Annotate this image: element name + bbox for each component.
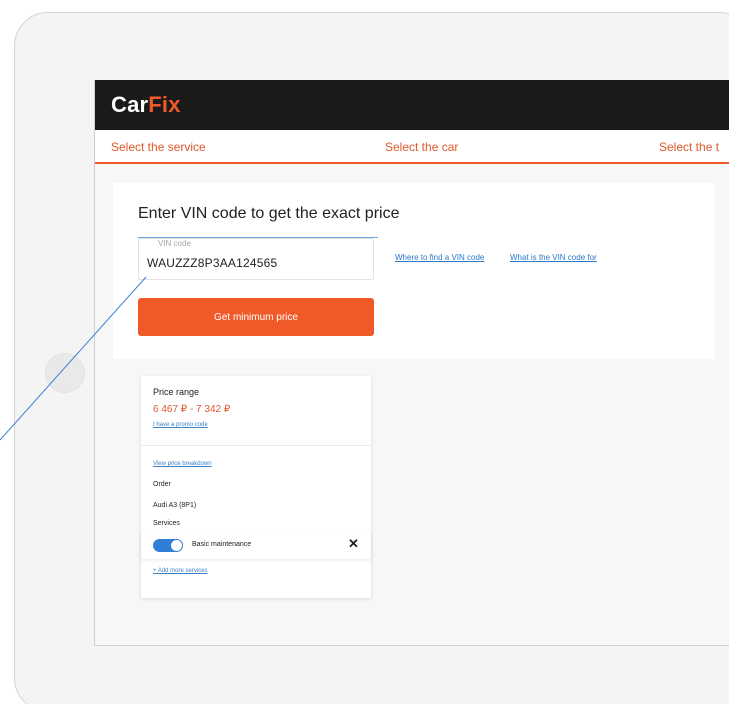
app-screen: CarFix Select the service Select the car… — [94, 80, 729, 646]
car-name: Audi A3 (8P1) — [153, 502, 197, 509]
tab-select-time[interactable]: Select the t — [659, 140, 719, 154]
price-range-value: 6 467 ₽ - 7 342 ₽ — [153, 404, 231, 415]
carfix-logo[interactable]: CarFix — [111, 92, 181, 118]
price-breakdown-link[interactable]: View price breakdown — [153, 461, 212, 467]
logo-fix-text: Fix — [148, 92, 181, 117]
vin-input[interactable]: VIN code WAUZZZ8P3AA124565 — [138, 238, 374, 280]
vin-card: Enter VIN code to get the exact price VI… — [113, 183, 715, 359]
summary-divider — [141, 445, 371, 446]
home-button — [45, 353, 85, 393]
where-to-find-vin-link[interactable]: Where to find a VIN code — [395, 253, 484, 262]
service-toggle[interactable] — [153, 539, 183, 552]
tab-select-car[interactable]: Select the car — [385, 140, 458, 154]
toggle-knob — [171, 540, 182, 551]
order-label: Order — [153, 481, 171, 488]
what-is-vin-link[interactable]: What is the VIN code for — [510, 253, 597, 262]
service-row: Basic maintenance ✕ — [141, 531, 371, 559]
tab-select-service[interactable]: Select the service — [111, 140, 206, 154]
get-minimum-price-button[interactable]: Get minimum price — [138, 298, 374, 336]
logo-car-text: Car — [111, 92, 149, 117]
price-range-label: Price range — [153, 387, 200, 397]
service-name: Basic maintenance — [192, 541, 252, 548]
vin-input-label: VIN code — [158, 239, 191, 248]
top-bar: CarFix — [95, 80, 729, 130]
vin-input-value: WAUZZZ8P3AA124565 — [147, 256, 278, 270]
promo-code-link[interactable]: I have a promo code — [153, 422, 208, 428]
add-services-link[interactable]: + Add more services — [153, 568, 208, 574]
step-tabs: Select the service Select the car Select… — [95, 130, 729, 164]
close-icon[interactable]: ✕ — [348, 537, 359, 550]
services-label: Services — [153, 520, 180, 527]
order-summary-card: Price range 6 467 ₽ - 7 342 ₽ I have a p… — [141, 376, 371, 598]
vin-title: Enter VIN code to get the exact price — [138, 205, 400, 222]
